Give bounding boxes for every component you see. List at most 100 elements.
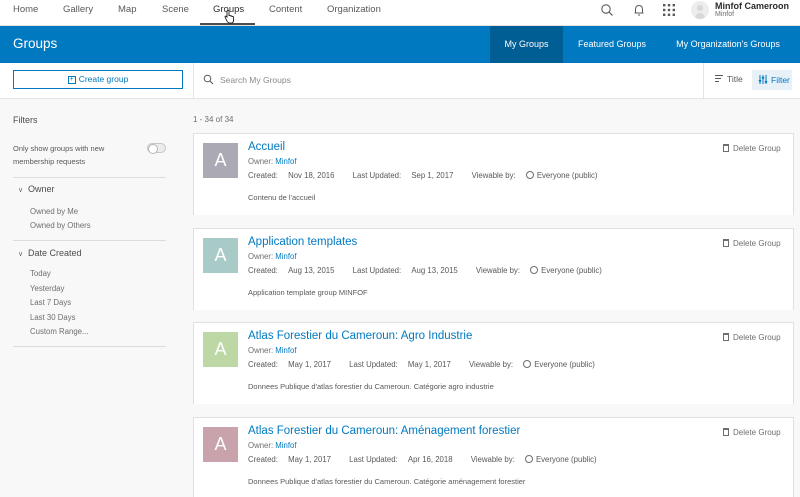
sort-title-button[interactable]: Title bbox=[714, 74, 743, 88]
delete-group-button[interactable]: Delete Group bbox=[723, 428, 781, 437]
updated-prefix: Last Updated: bbox=[352, 171, 404, 180]
owner-prefix: Owner: bbox=[248, 157, 276, 166]
group-thumbnail[interactable]: A bbox=[203, 238, 238, 273]
chevron-down-icon: ∨ bbox=[18, 251, 24, 258]
membership-requests-toggle[interactable] bbox=[147, 143, 166, 154]
create-group-label: Create group bbox=[78, 74, 129, 84]
filters-title: Filters bbox=[13, 115, 38, 125]
filter-section-label: Date Created bbox=[28, 248, 82, 258]
group-meta: Created: Aug 13, 2015 Last Updated: Aug … bbox=[248, 266, 618, 275]
updated-date: Last Updated: Sep 1, 2017 bbox=[353, 171, 462, 180]
filter-toggle-button[interactable]: Filter bbox=[752, 70, 792, 90]
globe-icon bbox=[525, 171, 534, 179]
created-prefix: Created: bbox=[248, 171, 281, 180]
group-title-link[interactable]: Accueil bbox=[248, 141, 285, 153]
chevron-down-icon: ∨ bbox=[18, 187, 24, 194]
updated-value: Sep 1, 2017 bbox=[411, 171, 454, 180]
group-card: A Atlas Forestier du Cameroun: Aménageme… bbox=[193, 417, 794, 497]
delete-label: Delete Group bbox=[733, 144, 781, 153]
group-card: A Atlas Forestier du Cameroun: Agro Indu… bbox=[193, 322, 794, 404]
viewable-by: Viewable by: Everyone (public) bbox=[476, 266, 610, 275]
notifications-bell-icon[interactable] bbox=[632, 3, 646, 17]
search-icon[interactable] bbox=[600, 3, 614, 17]
filter-owned-by-others[interactable]: Owned by Others bbox=[30, 221, 91, 230]
group-title-link[interactable]: Application templates bbox=[248, 236, 357, 248]
nav-map[interactable]: Map bbox=[118, 0, 136, 26]
nav-scene[interactable]: Scene bbox=[162, 0, 189, 26]
nav-organization[interactable]: Organization bbox=[327, 0, 381, 26]
viewable-prefix: Viewable by: bbox=[471, 171, 518, 180]
created-value: May 1, 2017 bbox=[288, 360, 331, 369]
sort-lines-icon bbox=[715, 75, 723, 82]
create-group-button[interactable]: + Create group bbox=[13, 70, 183, 89]
filter-section-date-created[interactable]: ∨ Date Created bbox=[18, 248, 82, 258]
owner-link[interactable]: Minfof bbox=[275, 441, 296, 450]
filter-date-custom-range[interactable]: Custom Range... bbox=[30, 327, 89, 336]
updated-prefix: Last Updated: bbox=[349, 360, 400, 369]
owner-link[interactable]: Minfof bbox=[275, 346, 296, 355]
viewable-by: Viewable by: Everyone (public) bbox=[472, 171, 606, 180]
owner-prefix: Owner: bbox=[248, 252, 276, 261]
tab-featured-groups[interactable]: Featured Groups bbox=[568, 26, 656, 63]
hand-cursor-icon bbox=[224, 10, 234, 24]
delete-label: Delete Group bbox=[733, 333, 781, 342]
owner-link[interactable]: Minfof bbox=[275, 157, 296, 166]
user-name[interactable]: Minfof Cameroon bbox=[715, 1, 789, 11]
divider bbox=[13, 177, 166, 178]
updated-value: Apr 16, 2018 bbox=[407, 455, 453, 464]
updated-date: Last Updated: Aug 13, 2015 bbox=[353, 266, 466, 275]
group-title-link[interactable]: Atlas Forestier du Cameroun: Agro Indust… bbox=[248, 330, 472, 342]
updated-date: Last Updated: Apr 16, 2018 bbox=[349, 455, 460, 464]
filter-section-label: Owner bbox=[28, 184, 55, 194]
divider bbox=[13, 346, 166, 347]
owner-link[interactable]: Minfof bbox=[275, 252, 296, 261]
tab-my-organizations-groups[interactable]: My Organization's Groups bbox=[668, 26, 788, 63]
group-thumbnail[interactable]: A bbox=[203, 143, 238, 178]
owner-prefix: Owner: bbox=[248, 441, 276, 450]
viewable-by: Viewable by: Everyone (public) bbox=[469, 360, 603, 369]
results-count: 1 - 34 of 34 bbox=[193, 115, 234, 124]
filter-date-today[interactable]: Today bbox=[30, 269, 51, 278]
filter-label: Filter bbox=[771, 75, 790, 85]
top-nav: Home Gallery Map Scene Groups Content Or… bbox=[0, 0, 800, 26]
group-thumbnail[interactable]: A bbox=[203, 427, 238, 462]
sort-label: Title bbox=[727, 74, 743, 84]
updated-value: May 1, 2017 bbox=[407, 360, 451, 369]
delete-group-button[interactable]: Delete Group bbox=[723, 239, 781, 248]
groups-header: Groups My Groups Featured Groups My Orga… bbox=[0, 26, 800, 63]
app-launcher-grid-icon[interactable] bbox=[662, 3, 676, 17]
nav-content[interactable]: Content bbox=[269, 0, 302, 26]
nav-home[interactable]: Home bbox=[13, 0, 38, 26]
filter-sliders-icon bbox=[758, 75, 768, 84]
updated-value: Aug 13, 2015 bbox=[411, 266, 458, 275]
filter-date-last-30-days[interactable]: Last 30 Days bbox=[30, 313, 76, 322]
group-thumbnail[interactable]: A bbox=[203, 332, 238, 367]
tab-my-groups[interactable]: My Groups bbox=[490, 26, 563, 63]
filter-owned-by-me[interactable]: Owned by Me bbox=[30, 207, 78, 216]
filter-date-yesterday[interactable]: Yesterday bbox=[30, 284, 64, 293]
search-groups-input[interactable] bbox=[220, 72, 520, 88]
page-title: Groups bbox=[13, 36, 58, 51]
viewable-prefix: Viewable by: bbox=[475, 266, 523, 275]
delete-group-button[interactable]: Delete Group bbox=[723, 144, 781, 153]
updated-prefix: Last Updated: bbox=[352, 266, 404, 275]
trash-icon bbox=[723, 239, 729, 247]
group-meta: Created: Nov 18, 2016 Last Updated: Sep … bbox=[248, 171, 614, 180]
updated-prefix: Last Updated: bbox=[349, 455, 400, 464]
user-avatar[interactable] bbox=[691, 1, 709, 19]
filter-section-owner[interactable]: ∨ Owner bbox=[18, 184, 55, 194]
filter-date-last-7-days[interactable]: Last 7 Days bbox=[30, 298, 71, 307]
user-org: Minfof bbox=[715, 11, 735, 18]
viewable-prefix: Viewable by: bbox=[470, 455, 517, 464]
trash-icon bbox=[723, 428, 729, 436]
delete-group-button[interactable]: Delete Group bbox=[723, 333, 781, 342]
globe-icon bbox=[523, 360, 532, 368]
toolbar: +Create group Title Filter bbox=[0, 63, 800, 99]
nav-gallery[interactable]: Gallery bbox=[63, 0, 93, 26]
owner-prefix: Owner: bbox=[248, 346, 276, 355]
viewable-value: Everyone (public) bbox=[541, 266, 602, 275]
group-meta: Created: May 1, 2017 Last Updated: Apr 1… bbox=[248, 455, 613, 464]
group-title-link[interactable]: Atlas Forestier du Cameroun: Aménagement… bbox=[248, 425, 520, 437]
delete-label: Delete Group bbox=[733, 239, 781, 248]
membership-requests-toggle-label: Only show groups with new membership req… bbox=[13, 144, 105, 166]
